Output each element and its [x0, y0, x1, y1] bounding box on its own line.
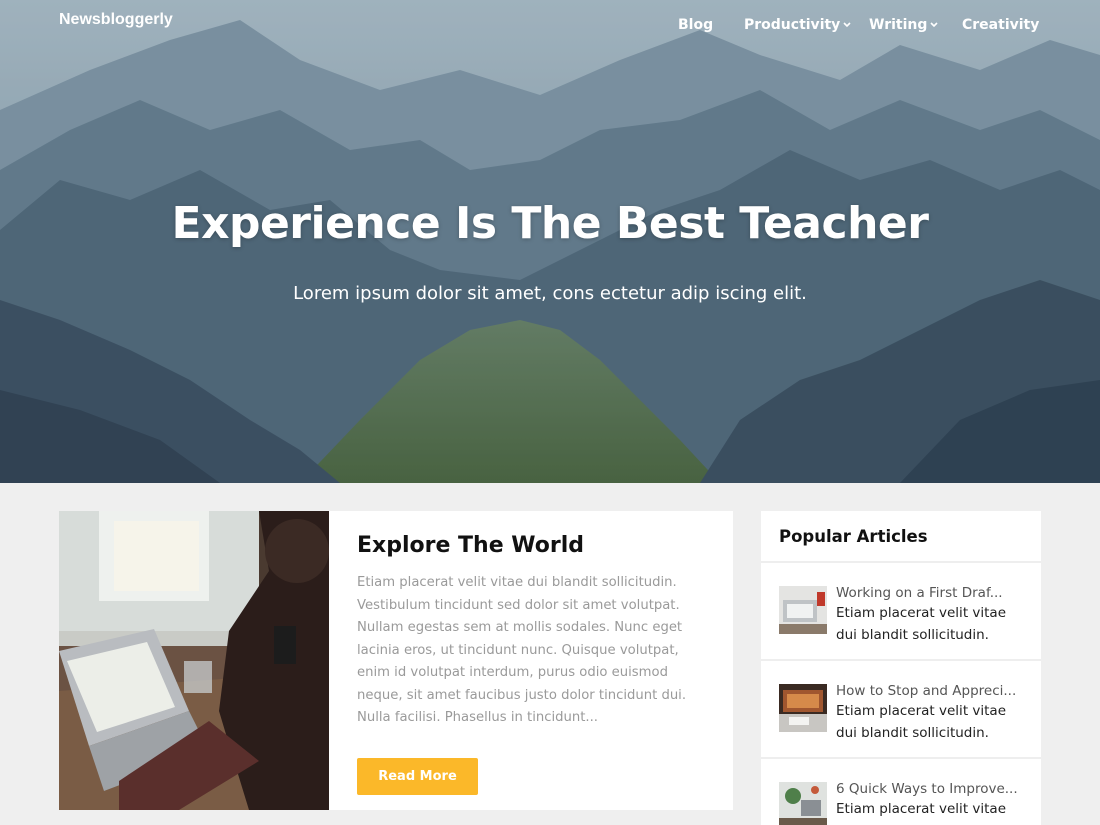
article-description: Etiam placerat velit vitae dui blandit s…	[836, 703, 1007, 741]
nav-item-productivity[interactable]: Productivity	[744, 17, 851, 33]
featured-post-card: Explore The World Etiam placerat velit v…	[59, 511, 733, 810]
list-item[interactable]: How to Stop and Appreci... Etiam placera…	[761, 661, 1041, 759]
article-thumbnail-image[interactable]	[779, 586, 827, 634]
article-description: Etiam placerat velit vitae dui blandit s…	[836, 605, 1007, 643]
nav-item-creativity[interactable]: Creativity	[962, 17, 1039, 33]
nav-label: Creativity	[962, 17, 1040, 33]
hero-title: Experience Is The Best Teacher	[171, 198, 929, 249]
list-item[interactable]: 6 Quick Ways to Improve... Etiam placera…	[761, 759, 1041, 825]
hero-banner: Newsbloggerly Blog Productivity Writing …	[0, 0, 1100, 483]
nav-item-writing[interactable]: Writing	[869, 17, 938, 33]
post-title[interactable]: Explore The World	[357, 533, 711, 558]
article-thumbnail-image[interactable]	[779, 782, 827, 825]
article-text: 6 Quick Ways to Improve... Etiam placera…	[836, 781, 1026, 825]
article-title[interactable]: 6 Quick Ways to Improve...	[836, 781, 1026, 797]
widget-title: Popular Articles	[761, 511, 1041, 563]
post-body: Explore The World Etiam placerat velit v…	[329, 511, 733, 810]
list-item[interactable]: Working on a First Draf... Etiam placera…	[761, 563, 1041, 661]
article-text: Working on a First Draf... Etiam placera…	[836, 585, 1026, 659]
hero-subtitle: Lorem ipsum dolor sit amet, cons ectetur…	[293, 283, 807, 304]
post-excerpt: Etiam placerat velit vitae dui blandit s…	[357, 575, 687, 725]
chevron-down-icon	[930, 22, 938, 28]
read-more-button[interactable]: Read More	[357, 757, 478, 795]
article-description: Etiam placerat velit vitae dui blandit s…	[836, 801, 1007, 825]
nav-label: Writing	[869, 17, 928, 33]
chevron-down-icon	[843, 22, 851, 28]
article-text: How to Stop and Appreci... Etiam placera…	[836, 683, 1026, 757]
post-thumbnail-image[interactable]	[59, 511, 329, 810]
article-title[interactable]: Working on a First Draf...	[836, 585, 1026, 601]
nav-label: Blog	[678, 17, 714, 33]
main-nav: Blog Productivity Writing Creativity	[0, 17, 1100, 37]
article-thumbnail-image[interactable]	[779, 684, 827, 732]
popular-articles-widget: Popular Articles Working on a First Draf…	[761, 511, 1041, 825]
nav-label: Productivity	[744, 17, 841, 33]
article-title[interactable]: How to Stop and Appreci...	[836, 683, 1026, 699]
nav-item-blog[interactable]: Blog	[678, 17, 713, 33]
